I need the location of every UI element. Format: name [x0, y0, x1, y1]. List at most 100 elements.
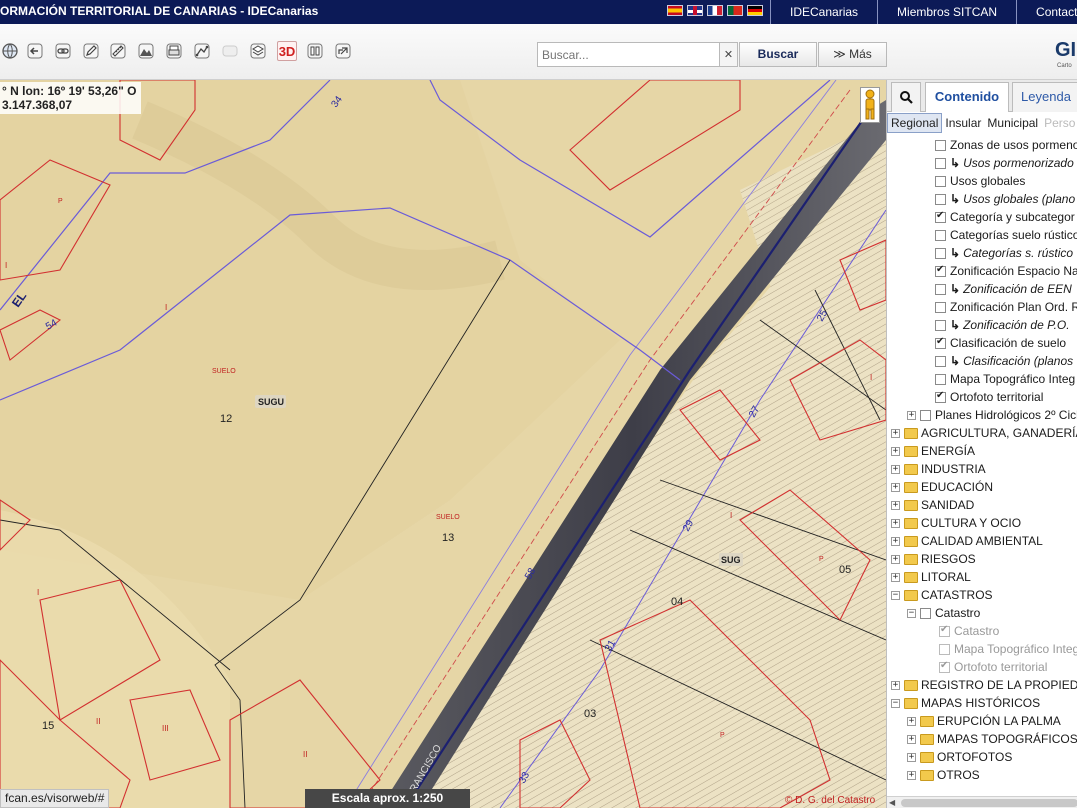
tab-leyenda[interactable]: Leyenda — [1012, 82, 1077, 112]
tree-item[interactable]: + REGISTRO DE LA PROPIEDAD — [891, 676, 1077, 694]
tree-item[interactable]: Zonificación Plan Ord. R — [935, 298, 1077, 316]
layer-checkbox[interactable] — [935, 355, 946, 367]
tree-item[interactable]: ↳ Clasificación (planos — [935, 352, 1073, 370]
link-miembros-sitcan[interactable]: Miembros SITCAN — [877, 0, 1016, 24]
expand-icon[interactable]: + — [907, 734, 916, 744]
tree-item[interactable]: Zonas de usos pormeno — [935, 136, 1077, 154]
layer-checkbox[interactable] — [939, 643, 950, 655]
scope-tab-personal[interactable]: Perso — [1041, 114, 1077, 132]
layer-checkbox[interactable] — [920, 409, 931, 421]
layer-checkbox[interactable] — [935, 301, 946, 313]
expand-icon[interactable]: + — [891, 482, 900, 492]
flag-pt-icon[interactable] — [727, 5, 743, 16]
layer-checkbox[interactable] — [939, 660, 950, 673]
scope-tab-regional[interactable]: Regional — [887, 113, 943, 133]
tree-item[interactable]: + INDUSTRIA — [891, 460, 986, 478]
layer-checkbox[interactable] — [935, 390, 946, 403]
tree-item[interactable]: Ortofoto territorial — [939, 658, 1047, 676]
expand-icon[interactable]: + — [891, 500, 900, 510]
tree-item[interactable]: + MAPAS TOPOGRÁFICOS — [907, 730, 1077, 748]
map-view[interactable]: 34 EL 54 P I SUELO 12 SUGU SUELO 13 58 2… — [0, 80, 886, 808]
layer-checkbox[interactable] — [935, 175, 946, 187]
route-icon[interactable] — [192, 41, 212, 61]
tree-item[interactable]: Catastro — [939, 622, 999, 640]
expand-icon[interactable]: + — [891, 572, 900, 582]
tree-item[interactable]: + ORTOFOTOS — [907, 748, 1012, 766]
layer-checkbox[interactable] — [935, 247, 946, 259]
scroll-left-icon[interactable]: ◀ — [889, 798, 895, 807]
tree-item[interactable]: + OTROS — [907, 766, 980, 784]
back-icon[interactable] — [25, 41, 45, 61]
layer-checkbox[interactable] — [935, 157, 946, 169]
layer-checkbox[interactable] — [935, 210, 946, 223]
layer-checkbox[interactable] — [920, 607, 931, 619]
tree-item[interactable]: + SANIDAD — [891, 496, 974, 514]
flag-gb-icon[interactable] — [687, 5, 703, 16]
link-icon[interactable] — [53, 41, 73, 61]
layer-checkbox[interactable] — [935, 264, 946, 277]
expand-icon[interactable]: + — [891, 536, 900, 546]
tree-item[interactable]: ↳ Zonificación de EEN — [935, 280, 1072, 298]
tree-item[interactable]: Clasificación de suelo — [935, 334, 1066, 352]
layer-checkbox[interactable] — [935, 229, 946, 241]
layer-checkbox[interactable] — [935, 373, 946, 385]
tree-item[interactable]: Ortofoto territorial — [935, 388, 1043, 406]
panel-horizontal-scrollbar[interactable]: ◀ — [887, 796, 1077, 808]
globe-icon[interactable] — [0, 41, 20, 61]
tree-item[interactable]: + AGRICULTURA, GANADERÍA y — [891, 424, 1077, 442]
layers-icon[interactable] — [248, 41, 268, 61]
tree-item[interactable]: − MAPAS HISTÓRICOS — [891, 694, 1040, 712]
expand-icon[interactable]: + — [891, 680, 900, 690]
tree-item[interactable]: Categorías suelo rústico — [935, 226, 1077, 244]
ruler-icon[interactable] — [108, 41, 128, 61]
tree-item[interactable]: + RIESGOS — [891, 550, 976, 568]
scrollbar-thumb[interactable] — [901, 799, 1077, 807]
expand-icon[interactable]: + — [907, 716, 916, 726]
pencil-icon[interactable] — [81, 41, 101, 61]
street-view-pegman-icon[interactable] — [860, 87, 880, 123]
flag-de-icon[interactable] — [747, 5, 763, 16]
tree-item[interactable]: − CATASTROS — [891, 586, 993, 604]
layer-checkbox[interactable] — [935, 139, 946, 151]
collapse-icon[interactable]: − — [891, 698, 900, 708]
tree-item[interactable]: + CALIDAD AMBIENTAL — [891, 532, 1043, 550]
tree-item[interactable]: + EDUCACIÓN — [891, 478, 993, 496]
expand-icon[interactable]: + — [907, 770, 916, 780]
search-button[interactable]: Buscar — [739, 42, 817, 67]
layer-checkbox[interactable] — [935, 319, 946, 331]
tree-item[interactable]: + CULTURA Y OCIO — [891, 514, 1021, 532]
expand-icon[interactable]: + — [891, 446, 900, 456]
scope-tab-insular[interactable]: Insular — [942, 114, 984, 132]
link-contacto[interactable]: Contacto — [1016, 0, 1077, 24]
expand-icon[interactable]: + — [907, 410, 916, 420]
layer-checkbox[interactable] — [935, 283, 946, 295]
tree-item[interactable]: ↳ Zonificación de P.O. — [935, 316, 1070, 334]
expand-icon[interactable]: + — [907, 752, 916, 762]
scope-tab-municipal[interactable]: Municipal — [984, 114, 1041, 132]
expand-icon[interactable]: + — [891, 518, 900, 528]
map-canvas[interactable]: 34 EL 54 P I SUELO 12 SUGU SUELO 13 58 2… — [0, 80, 886, 808]
grafcan-logo[interactable]: GI — [1055, 40, 1076, 60]
panel-search-button[interactable] — [891, 82, 921, 112]
more-button[interactable]: ≫ Más — [818, 42, 887, 67]
layer-checkbox[interactable] — [935, 336, 946, 349]
flag-es-icon[interactable] — [667, 5, 683, 16]
clear-search-button[interactable]: ✕ — [720, 42, 738, 67]
tree-item[interactable]: Usos globales — [935, 172, 1025, 190]
tree-item[interactable]: − Catastro — [907, 604, 980, 622]
tree-item[interactable]: + ENERGÍA — [891, 442, 975, 460]
book-icon[interactable] — [305, 41, 325, 61]
expand-icon[interactable]: + — [891, 428, 900, 438]
tab-contenido[interactable]: Contenido — [925, 82, 1009, 113]
collapse-icon[interactable]: − — [891, 590, 900, 600]
tree-item[interactable]: ↳ Usos globales (plano — [935, 190, 1075, 208]
layer-checkbox[interactable] — [939, 624, 950, 637]
tree-item[interactable]: ↳ Categorías s. rústico — [935, 244, 1073, 262]
search-input[interactable] — [537, 42, 720, 67]
collapse-icon[interactable]: − — [907, 608, 916, 618]
tree-item[interactable]: Mapa Topográfico Integ — [935, 370, 1075, 388]
flag-fr-icon[interactable] — [707, 5, 723, 16]
tree-item[interactable]: Categoría y subcategor — [935, 208, 1075, 226]
print-icon[interactable] — [164, 41, 184, 61]
tree-item[interactable]: ↳ Usos pormenorizado — [935, 154, 1074, 172]
